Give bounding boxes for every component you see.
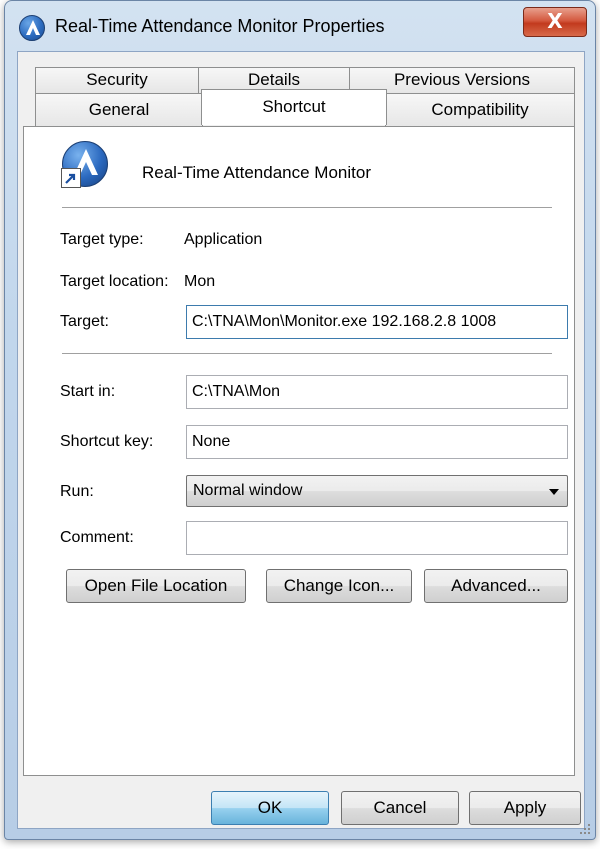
run-label: Run: [60,483,94,500]
ok-button[interactable]: OK [211,791,329,825]
tab-general[interactable]: General [35,93,203,127]
open-file-location-button[interactable]: Open File Location [66,569,246,603]
title-bar[interactable]: Real-Time Attendance Monitor Properties … [5,1,595,55]
shortcut-key-input[interactable]: None [186,425,568,459]
change-icon-button[interactable]: Change Icon... [266,569,412,603]
shortcut-tab-panel: Real-Time Attendance Monitor Target type… [23,126,575,776]
app-icon[interactable] [19,15,45,41]
advanced-button[interactable]: Advanced... [424,569,568,603]
properties-window: Real-Time Attendance Monitor Properties … [4,0,596,840]
window-title: Real-Time Attendance Monitor Properties [55,16,385,36]
target-location-value: Mon [184,273,216,290]
shortcut-key-label: Shortcut key: [60,433,154,450]
comment-input[interactable] [186,521,568,555]
cancel-button[interactable]: Cancel [341,791,459,825]
shortcut-overlay-arrow-icon [61,168,81,188]
close-button[interactable]: X [523,7,587,37]
run-select[interactable]: Normal window [186,475,568,507]
start-in-input[interactable]: C:\TNA\Mon [186,375,568,409]
apply-button[interactable]: Apply [469,791,581,825]
comment-label: Comment: [60,529,134,546]
target-input[interactable]: C:\TNA\Mon\Monitor.exe 192.168.2.8 1008 [186,305,568,339]
separator [62,353,552,355]
target-label: Target: [60,313,109,330]
start-in-label: Start in: [60,383,116,400]
resize-grip-icon[interactable] [579,823,591,835]
target-type-label: Target type: [60,231,144,248]
target-type-value: Application [184,231,263,248]
tab-shortcut[interactable]: Shortcut [201,89,387,125]
chevron-down-icon [549,489,559,495]
shortcut-app-icon [61,141,108,188]
target-location-label: Target location: [60,273,169,290]
shortcut-name: Real-Time Attendance Monitor [142,163,371,182]
tab-compatibility[interactable]: Compatibility [385,93,575,127]
run-select-value: Normal window [193,482,303,499]
tab-security[interactable]: Security [35,67,199,93]
separator [62,207,552,209]
app-logo-icon [26,20,40,35]
